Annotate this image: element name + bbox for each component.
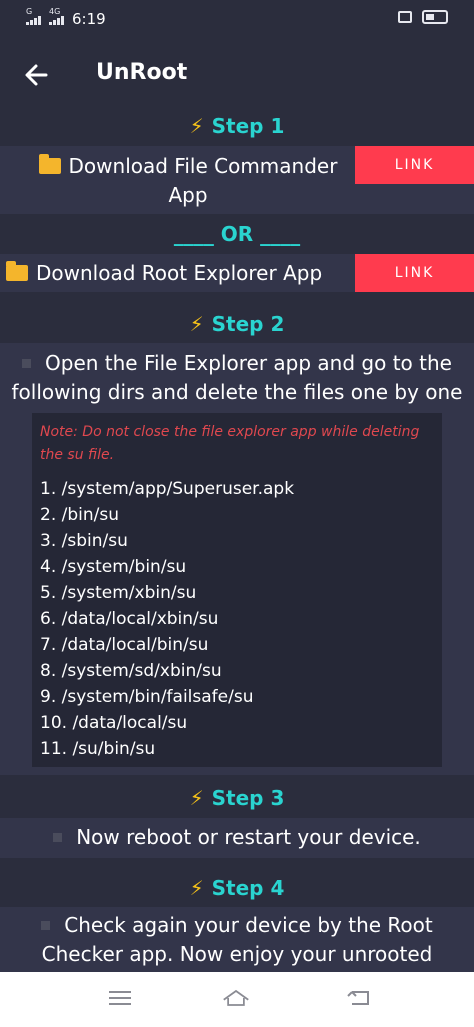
folder-icon bbox=[38, 154, 61, 174]
folder-icon bbox=[6, 261, 28, 281]
note-box: Note: Do not close the file explorer app… bbox=[32, 413, 442, 465]
menu-icon[interactable] bbox=[106, 988, 134, 1008]
list-item: 11. /su/bin/su bbox=[40, 739, 156, 759]
file-commander-text: Download File Commander App bbox=[28, 152, 348, 210]
bullet-icon bbox=[22, 359, 32, 368]
list-item: 4. /system/bin/su bbox=[40, 557, 187, 577]
list-item: 3. /sbin/su bbox=[40, 531, 128, 551]
list-item: 7. /data/local/bin/su bbox=[40, 635, 209, 655]
battery-icon bbox=[422, 10, 448, 24]
list-item: 1. /system/app/Superuser.apk bbox=[40, 479, 295, 499]
list-item: 6. /data/local/xbin/su bbox=[40, 609, 219, 629]
step-2-card: Open the File Explorer app and go to the… bbox=[0, 343, 474, 775]
signal-icon: G bbox=[26, 7, 41, 25]
lightning-icon: ⚡ bbox=[189, 876, 204, 900]
bullet-icon bbox=[41, 921, 51, 930]
lightning-icon: ⚡ bbox=[189, 114, 204, 138]
download-file-commander-row: Download File Commander App LINK bbox=[0, 146, 474, 214]
app-bar: UnRoot bbox=[0, 38, 474, 110]
bullet-icon bbox=[53, 833, 63, 842]
list-item: 9. /system/bin/failsafe/su bbox=[40, 687, 254, 707]
step-4-heading: ⚡ Step 4 bbox=[189, 876, 285, 900]
step-2-instructions: Open the File Explorer app and go to the… bbox=[11, 351, 463, 404]
signal-4g-icon: 4G bbox=[49, 7, 64, 25]
status-right bbox=[398, 10, 448, 24]
root-explorer-link-button[interactable]: LINK bbox=[355, 254, 474, 292]
lightning-icon: ⚡ bbox=[189, 786, 204, 810]
lightning-icon: ⚡ bbox=[189, 312, 204, 336]
return-icon[interactable] bbox=[346, 988, 374, 1008]
step-1-heading: ⚡ Step 1 bbox=[189, 114, 285, 138]
root-explorer-text: Download Root Explorer App bbox=[6, 259, 322, 288]
home-icon[interactable] bbox=[222, 988, 250, 1008]
download-root-explorer-row: Download Root Explorer App LINK bbox=[0, 254, 474, 292]
step-3-text: Now reboot or restart your device. bbox=[10, 823, 464, 852]
vibrate-icon bbox=[398, 11, 412, 23]
step-4-card: Check again your device by the Root Chec… bbox=[0, 907, 474, 972]
step-3-card: Now reboot or restart your device. bbox=[0, 818, 474, 858]
list-item: 5. /system/xbin/su bbox=[40, 583, 197, 603]
step-3-heading: ⚡ Step 3 bbox=[189, 786, 285, 810]
file-commander-link-button[interactable]: LINK bbox=[355, 146, 474, 184]
page-title: UnRoot bbox=[96, 60, 188, 85]
list-item: 2. /bin/su bbox=[40, 505, 119, 525]
back-arrow-icon[interactable] bbox=[22, 60, 52, 90]
step-4-text: Check again your device by the Root Chec… bbox=[41, 913, 433, 966]
status-time: 6:19 bbox=[72, 10, 106, 28]
dir-list: 1. /system/app/Superuser.apk 2. /bin/su … bbox=[32, 465, 442, 767]
list-item: 8. /system/sd/xbin/su bbox=[40, 661, 222, 681]
status-bar: G 4G 6:19 bbox=[0, 0, 474, 38]
note-text: Note: Do not close the file explorer app… bbox=[40, 424, 420, 463]
step-2-heading: ⚡ Step 2 bbox=[189, 312, 285, 336]
status-left: G 4G 6:19 bbox=[26, 7, 106, 28]
or-divider: ____ OR ____ bbox=[173, 222, 301, 246]
list-item: 10. /data/local/su bbox=[40, 713, 188, 733]
system-nav-bar bbox=[0, 972, 474, 1027]
